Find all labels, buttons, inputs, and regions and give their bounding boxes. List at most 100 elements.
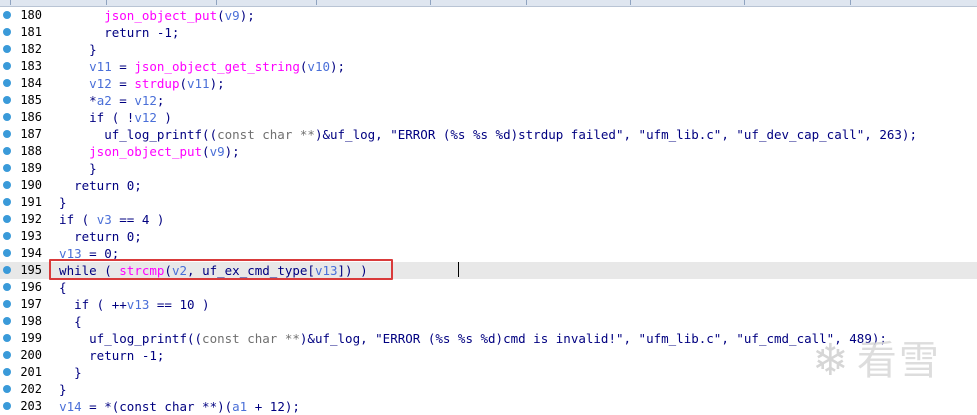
code-line[interactable]: 197 if ( ++v13 == 10 ) [0, 296, 977, 313]
code-text: return 0; [44, 228, 142, 245]
code-text: uf_log_printf((const char **)&uf_log, "E… [44, 126, 917, 143]
breakpoint-dot-icon[interactable] [3, 147, 11, 155]
tab-edge [850, 0, 861, 5]
editor-tab-strip[interactable] [0, 0, 977, 7]
breakpoint-dot-icon[interactable] [3, 368, 11, 376]
watermark: ❄ 看雪 [812, 333, 972, 389]
code-token: == 10 ) [149, 297, 210, 312]
code-token: a1 [232, 399, 248, 414]
code-token: { [44, 314, 82, 329]
breakpoint-dot-icon[interactable] [3, 266, 11, 274]
code-line[interactable]: 198 { [0, 313, 977, 330]
code-token: ); [239, 8, 255, 23]
code-token: json_object_put [89, 144, 203, 159]
code-token: if ( ++ [44, 297, 127, 312]
code-line[interactable]: 184 v12 = strdup(v11); [0, 75, 977, 92]
line-number: 181 [20, 25, 42, 39]
code-token: ); [330, 59, 346, 74]
code-token: a2 [96, 93, 112, 108]
code-text: if ( ++v13 == 10 ) [44, 296, 210, 313]
code-token: return -1; [44, 25, 180, 40]
breakpoint-dot-icon[interactable] [3, 385, 11, 393]
code-token: v11 [187, 76, 210, 91]
breakpoint-dot-icon[interactable] [3, 283, 11, 291]
code-line[interactable]: 189 } [0, 160, 977, 177]
code-token: ; [156, 93, 165, 108]
code-token: )&uf_log, "ERROR (%s %s %d)cmd is invali… [299, 331, 887, 346]
code-line[interactable]: 196 { [0, 279, 977, 296]
tab-edge [10, 0, 21, 5]
code-text: } [44, 364, 82, 381]
code-line[interactable]: 185 *a2 = v12; [0, 92, 977, 109]
line-number: 187 [20, 127, 42, 141]
line-number: 182 [20, 42, 42, 56]
code-token: uf_log_printf(( [44, 331, 203, 346]
line-number: 201 [20, 365, 42, 379]
breakpoint-dot-icon[interactable] [3, 300, 11, 308]
breakpoint-dot-icon[interactable] [3, 198, 11, 206]
code-token: )&uf_log, "ERROR (%s %s %d)strdup failed… [314, 127, 917, 142]
code-text: return -1; [44, 24, 179, 41]
code-line[interactable]: 188 json_object_put(v9); [0, 143, 977, 160]
breakpoint-dot-icon[interactable] [3, 351, 11, 359]
code-text: v12 = strdup(v11); [44, 75, 224, 92]
annotation-highlight-box [49, 259, 393, 280]
breakpoint-dot-icon[interactable] [3, 334, 11, 342]
line-number: 197 [20, 297, 42, 311]
code-line[interactable]: 193 return 0; [0, 228, 977, 245]
code-token: ) [156, 110, 172, 125]
breakpoint-dot-icon[interactable] [3, 317, 11, 325]
breakpoint-dot-icon[interactable] [3, 96, 11, 104]
breakpoint-dot-icon[interactable] [3, 402, 11, 410]
breakpoint-dot-icon[interactable] [3, 232, 11, 240]
breakpoint-dot-icon[interactable] [3, 215, 11, 223]
code-line[interactable]: 187 uf_log_printf((const char **)&uf_log… [0, 126, 977, 143]
code-token: } [44, 382, 67, 397]
line-number: 183 [20, 59, 42, 73]
code-line[interactable]: 186 if ( !v12 ) [0, 109, 977, 126]
breakpoint-dot-icon[interactable] [3, 164, 11, 172]
code-token: if ( ! [44, 110, 135, 125]
tab-edge [216, 0, 227, 5]
breakpoint-dot-icon[interactable] [3, 11, 11, 19]
code-token: v9 [209, 144, 225, 159]
breakpoint-dot-icon[interactable] [3, 28, 11, 36]
line-number: 190 [20, 178, 42, 192]
tab-edge [526, 0, 537, 5]
code-line[interactable]: 181 return -1; [0, 24, 977, 41]
breakpoint-dot-icon[interactable] [3, 113, 11, 121]
code-token: + 12); [247, 399, 300, 414]
code-token: v11 [89, 59, 112, 74]
code-token: v14 [59, 399, 82, 414]
breakpoint-dot-icon[interactable] [3, 181, 11, 189]
snowflake-icon: ❄ [812, 335, 849, 386]
code-line[interactable]: 192 if ( v3 == 4 ) [0, 211, 977, 228]
line-number: 186 [20, 110, 42, 124]
code-token: = [111, 93, 135, 108]
code-line[interactable]: 191 } [0, 194, 977, 211]
breakpoint-dot-icon[interactable] [3, 45, 11, 53]
code-line[interactable]: 180 json_object_put(v9); [0, 7, 977, 24]
breakpoint-dot-icon[interactable] [3, 62, 11, 70]
code-line[interactable]: 182 } [0, 41, 977, 58]
code-text: json_object_put(v9); [44, 7, 255, 24]
code-token: v9 [224, 8, 240, 23]
code-token: v12 [89, 76, 112, 91]
breakpoint-dot-icon[interactable] [3, 79, 11, 87]
code-line[interactable]: 203 v14 = *(const char **)(a1 + 12); [0, 398, 977, 415]
breakpoint-dot-icon[interactable] [3, 130, 11, 138]
code-token: * [44, 93, 97, 108]
tab-edge [316, 0, 327, 5]
line-number: 191 [20, 195, 42, 209]
code-line[interactable]: 183 v11 = json_object_get_string(v10); [0, 58, 977, 75]
code-line[interactable]: 190 return 0; [0, 177, 977, 194]
code-text: *a2 = v12; [44, 92, 164, 109]
line-number: 192 [20, 212, 42, 226]
code-token: strdup [134, 76, 180, 91]
code-token: json_object_put [104, 8, 218, 23]
breakpoint-dot-icon[interactable] [3, 249, 11, 257]
code-token: v12 [134, 110, 157, 125]
